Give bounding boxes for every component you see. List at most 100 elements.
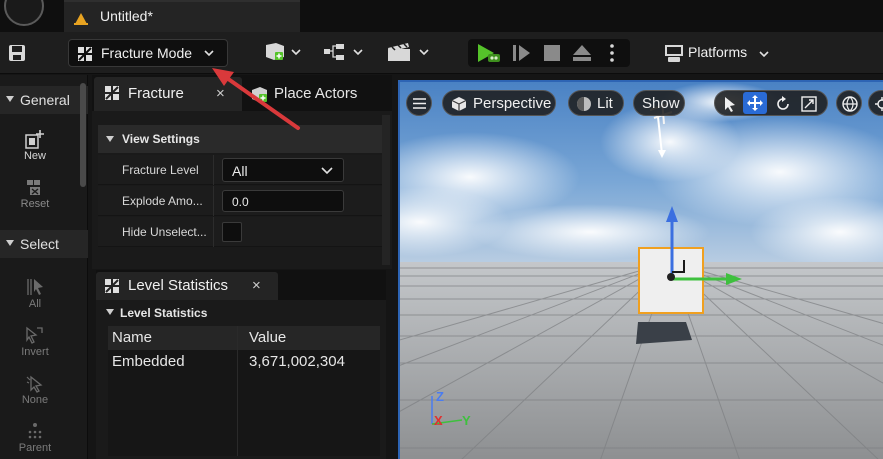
- explode-amount-name: Explode Amo...: [122, 194, 203, 208]
- scale-icon[interactable]: [801, 96, 817, 112]
- rotate-icon[interactable]: [775, 96, 791, 112]
- explode-amount-value: 0.0: [232, 195, 249, 209]
- perspective-cube-icon: [451, 97, 467, 111]
- fracture-mode-icon: [105, 86, 119, 100]
- viewport-menu-button[interactable]: [406, 90, 432, 116]
- select-parent-label: Parent: [18, 442, 52, 454]
- row-name-cell: Embedded: [112, 353, 185, 370]
- save-icon[interactable]: [8, 44, 26, 62]
- new-tool-label: New: [23, 150, 46, 162]
- move-arrows-icon: [747, 95, 763, 111]
- hide-unselected-checkbox[interactable]: [222, 222, 242, 242]
- column-header-value[interactable]: Value: [249, 329, 286, 346]
- general-section-header[interactable]: General: [0, 86, 88, 114]
- level-statistics-section-label: Level Statistics: [120, 306, 208, 320]
- column-divider[interactable]: [237, 326, 238, 456]
- level-icon: [74, 13, 88, 25]
- transform-tools-group: [714, 90, 828, 116]
- platforms-menu-button[interactable]: Platforms: [662, 40, 782, 66]
- mode-selector-label: Fracture Mode: [101, 45, 193, 61]
- unreal-logo-icon[interactable]: [4, 0, 44, 26]
- select-all-label: All: [28, 298, 42, 310]
- eject-icon[interactable]: [572, 44, 592, 62]
- tab-level-statistics[interactable]: Level Statistics ×: [96, 272, 278, 300]
- cinematics-icon[interactable]: [386, 41, 434, 63]
- fracture-level-value: All: [232, 163, 248, 179]
- select-section-header[interactable]: Select: [0, 230, 88, 258]
- row-divider: [213, 217, 214, 247]
- perspective-label: Perspective: [473, 95, 552, 112]
- show-flags-button[interactable]: Show: [633, 90, 685, 116]
- fracture-panel-scrollbar[interactable]: [382, 115, 390, 265]
- select-section-label: Select: [20, 236, 59, 252]
- fracture-mode-icon: [78, 47, 92, 61]
- invert-selection-label: Invert: [21, 346, 49, 358]
- axis-y-label: Y: [462, 413, 471, 428]
- lit-sphere-icon: [577, 97, 591, 111]
- fracture-level-dropdown[interactable]: All: [222, 158, 344, 182]
- collapse-arrow-icon: [6, 96, 14, 102]
- title-bar: Untitled*: [0, 0, 883, 32]
- close-icon[interactable]: ×: [252, 277, 261, 294]
- view-settings-label: View Settings: [122, 132, 200, 146]
- platforms-icon: [665, 45, 683, 62]
- collapse-arrow-icon: [6, 240, 14, 246]
- hide-unselected-name: Hide Unselect...: [122, 225, 207, 239]
- new-tool-button[interactable]: New: [0, 129, 70, 162]
- reset-icon: [27, 180, 40, 195]
- select-all-button[interactable]: All: [0, 277, 70, 310]
- chevron-down-icon: [321, 167, 333, 175]
- annotation-arrow: [212, 68, 300, 130]
- explode-amount-field[interactable]: 0.0: [222, 190, 344, 212]
- statistics-icon: [105, 279, 119, 293]
- reset-tool-button[interactable]: Reset: [0, 177, 70, 210]
- play-controls: [468, 39, 630, 67]
- chevron-down-icon: [204, 50, 214, 57]
- column-header-name[interactable]: Name: [112, 329, 152, 346]
- statistics-table-header: Name Value: [108, 326, 380, 350]
- translate-tool-button[interactable]: [743, 92, 767, 114]
- new-icon: [25, 130, 44, 149]
- reset-tool-label: Reset: [20, 198, 50, 210]
- select-none-label: None: [21, 394, 49, 406]
- row-value-cell: 3,671,002,304: [249, 353, 345, 370]
- select-all-icon: [27, 279, 43, 295]
- axis-z-label: Z: [436, 389, 444, 404]
- parent-icon: [28, 423, 42, 439]
- level-tab[interactable]: Untitled*: [64, 0, 300, 32]
- globe-icon: [842, 96, 858, 112]
- select-cursor-icon[interactable]: [723, 96, 737, 112]
- select-none-button[interactable]: None: [0, 373, 70, 406]
- level-tab-title: Untitled*: [100, 8, 153, 24]
- explode-amount-row: Explode Amo... 0.0: [98, 186, 388, 216]
- invert-selection-button[interactable]: Invert: [0, 325, 70, 358]
- world-local-toggle[interactable]: [836, 90, 862, 116]
- select-parent-button[interactable]: Parent: [0, 421, 70, 454]
- snap-icon: [875, 97, 883, 111]
- lit-label: Lit: [597, 95, 613, 112]
- tab-level-statistics-label: Level Statistics: [128, 277, 229, 294]
- mode-toolbox: General New Reset Select All Invert None…: [0, 75, 88, 459]
- level-statistics-section-header[interactable]: Level Statistics: [100, 302, 386, 324]
- row-divider: [213, 186, 214, 216]
- play-in-editor-icon[interactable]: [476, 43, 502, 63]
- axis-x-label: X: [434, 413, 443, 428]
- invert-icon: [26, 326, 43, 344]
- show-label: Show: [642, 95, 680, 112]
- table-row[interactable]: Embedded 3,671,002,304: [108, 352, 380, 376]
- collapse-arrow-icon: [106, 309, 114, 315]
- perspective-view-button[interactable]: Perspective: [442, 90, 556, 116]
- stop-icon[interactable]: [544, 45, 560, 61]
- level-viewport[interactable]: Perspective Lit Show Z X Y: [398, 80, 883, 459]
- level-statistics-panel: Level Statistics × Level Statistics Name…: [96, 270, 386, 459]
- general-section-label: General: [20, 92, 70, 108]
- tab-fracture-label: Fracture: [128, 85, 184, 102]
- lit-view-mode-button[interactable]: Lit: [568, 90, 624, 116]
- hide-unselected-row: Hide Unselect...: [98, 217, 388, 247]
- toolbox-scrollbar[interactable]: [80, 83, 86, 187]
- more-options-icon[interactable]: [608, 43, 616, 63]
- advance-frame-icon[interactable]: [512, 44, 532, 62]
- level-statistics-tab-bar: Level Statistics ×: [96, 270, 386, 300]
- collapse-arrow-icon: [106, 136, 114, 142]
- main-toolbar: Fracture Mode Platforms: [0, 32, 883, 74]
